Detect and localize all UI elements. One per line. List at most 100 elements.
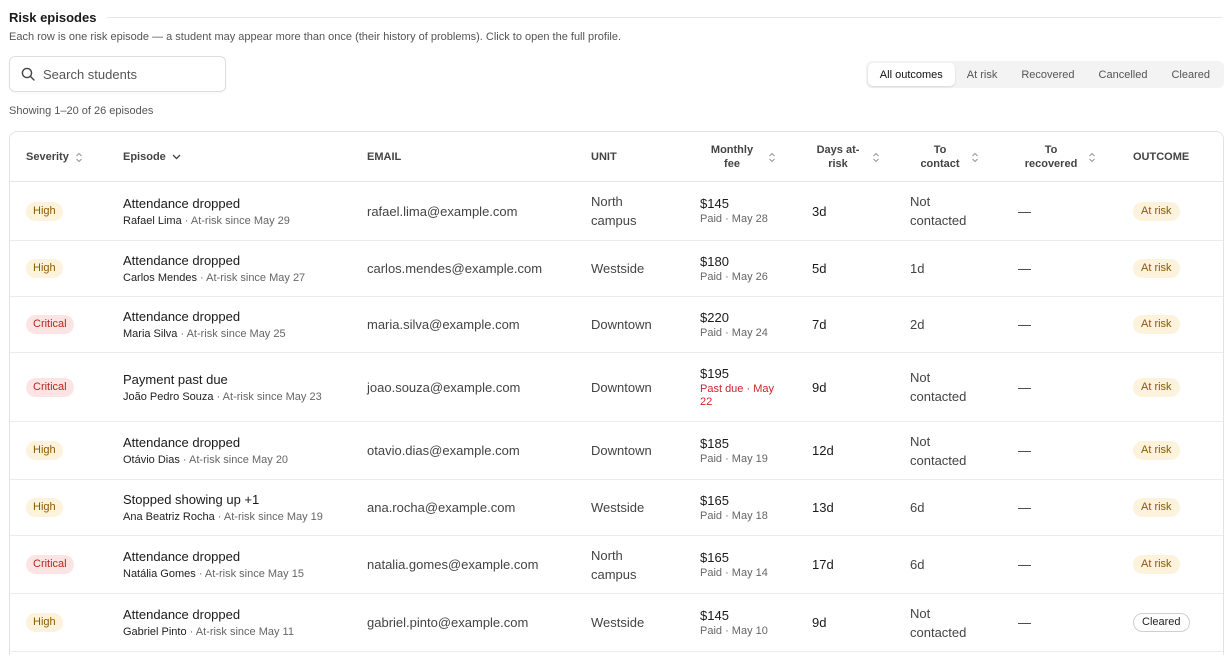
section-description: Each row is one risk episode — a student… [9,31,622,43]
to-contact-cell: Not contacted [910,182,980,240]
table-row[interactable]: High Attendance dropped Otávio Dias · At… [10,422,1223,480]
results-count: Showing 1–20 of 26 episodes [9,105,154,117]
filter-recovered[interactable]: Recovered [1009,63,1086,86]
episode-title: Stopped showing up +1 [123,492,260,507]
table-row[interactable]: Critical Payment past due João Pedro Sou… [10,353,1223,422]
fee-status: Paid · May 18 [700,509,768,522]
filter-all-outcomes[interactable]: All outcomes [867,63,955,86]
days-at-risk: 7d [812,317,827,332]
col-episode-label: Episode [123,151,166,163]
search-box[interactable] [9,56,226,92]
col-to-contact[interactable]: To contact [915,132,995,182]
student-email: natalia.gomes@example.com [367,557,539,572]
unit-cell: Downtown [591,422,661,479]
to-recovered-cell: — [1018,241,1031,296]
col-unit: UNIT [591,132,617,182]
severity-badge: Critical [26,555,74,574]
col-to-recovered[interactable]: To recovered [1020,132,1100,182]
fee-status: Paid · May 28 [700,213,768,225]
email-cell: carlos.mendes@example.com [367,241,542,296]
outcome-badge: At risk [1133,555,1180,574]
at-risk-since: · At-risk since May 11 [186,626,294,638]
sort-icon [75,152,82,162]
to-recovered-value: — [1018,615,1031,630]
table-row[interactable]: High Stopped showing up +1 Ana Beatriz R… [10,480,1223,536]
unit-cell: North campus [591,536,661,593]
filter-cleared[interactable]: Cleared [1159,63,1222,86]
outcome-cell: At risk [1133,536,1180,593]
to-recovered-cell: — [1018,297,1031,352]
sort-icon [769,152,775,162]
student-email: gabriel.pinto@example.com [367,615,529,630]
fee-cell: $195 Past due · May 22 [700,353,784,421]
days-at-risk: 5d [812,261,827,276]
unit-name: Westside [591,615,645,630]
email-cell: ana.rocha@example.com [367,480,515,535]
filter-at-risk[interactable]: At risk [955,63,1010,86]
severity-cell: High [26,422,63,479]
col-to-contact-label: To contact [920,144,960,170]
episodes-table: Severity Episode EMAIL UNIT Monthly fee … [9,131,1224,655]
episode-title: Attendance dropped [123,253,241,268]
table-row[interactable]: High Attendance dropped Rafael Lima · At… [10,182,1223,241]
section-divider [107,17,1222,18]
days-cell: 9d [812,594,826,651]
fee-cell: $145 Paid · May 10 [700,594,784,651]
chevron-down-icon [172,154,181,160]
to-contact-value: 2d [910,317,925,332]
to-contact-value: Not contacted [910,370,967,404]
outcome-badge: At risk [1133,315,1180,334]
email-cell: natalia.gomes@example.com [367,536,538,593]
days-cell: 12d [812,422,834,479]
table-row[interactable]: Critical Attendance dropped Maria Silva … [10,297,1223,353]
fee-status: Paid · May 14 [700,566,768,579]
episode-title: Attendance dropped [123,607,241,622]
col-email-label: EMAIL [367,151,402,163]
to-recovered-cell: — [1018,422,1031,479]
episode-cell: Stopped showing up +1 Ana Beatriz Rocha … [123,480,323,535]
to-contact-cell: 2d [910,297,980,352]
unit-name: Downtown [591,317,652,332]
outcome-cell: At risk [1133,297,1180,352]
outcome-badge: At risk [1133,259,1180,278]
student-name: Maria Silva [123,328,178,340]
days-cell: 3d [812,182,826,240]
email-cell: rafael.lima@example.com [367,182,517,240]
outcome-badge: At risk [1133,377,1180,397]
at-risk-since: · At-risk since May 20 [179,454,289,466]
to-recovered-cell: — [1018,182,1031,240]
search-input[interactable] [43,66,213,82]
days-at-risk: 9d [812,615,827,630]
filter-cancelled[interactable]: Cancelled [1087,63,1160,86]
section-title: Risk episodes [9,9,97,25]
to-contact-value: Not contacted [910,433,967,468]
unit-cell: North campus [591,182,661,240]
table-row[interactable]: Critical Attendance dropped Natália Gome… [10,536,1223,594]
fee-amount: $195 [700,365,729,381]
col-outcome: OUTCOME [1133,132,1189,182]
to-recovered-cell: — [1018,353,1031,421]
fee-amount: $165 [700,549,729,565]
section-header: Risk episodes [9,8,1222,26]
episode-cell: Attendance dropped Natália Gomes · At-ri… [123,536,304,593]
unit-name: North campus [591,194,637,228]
fee-status: Paid · May 26 [700,270,768,283]
to-recovered-value: — [1018,443,1031,458]
table-row[interactable]: High Attendance dropped Gabriel Pinto · … [10,594,1223,652]
fee-cell: $185 Paid · May 19 [700,422,784,479]
episode-cell: Payment past due João Pedro Souza · At-r… [123,353,322,421]
student-email: maria.silva@example.com [367,317,520,332]
at-risk-since: · At-risk since May 29 [181,214,290,227]
email-cell: gabriel.pinto@example.com [367,594,528,651]
col-email: EMAIL [367,132,401,182]
col-monthly-fee[interactable]: Monthly fee [702,132,782,182]
episode-title: Attendance dropped [123,309,241,324]
unit-name: Downtown [591,379,652,395]
fee-cell: $180 Paid · May 26 [700,241,784,296]
table-row[interactable]: High Attendance dropped Carlos Mendes · … [10,241,1223,297]
col-episode[interactable]: Episode [123,132,181,182]
days-at-risk: 17d [812,557,834,572]
col-severity[interactable]: Severity [26,132,83,182]
col-days-at-risk[interactable]: Days at-risk [810,132,890,182]
at-risk-since: · At-risk since May 27 [196,272,306,284]
